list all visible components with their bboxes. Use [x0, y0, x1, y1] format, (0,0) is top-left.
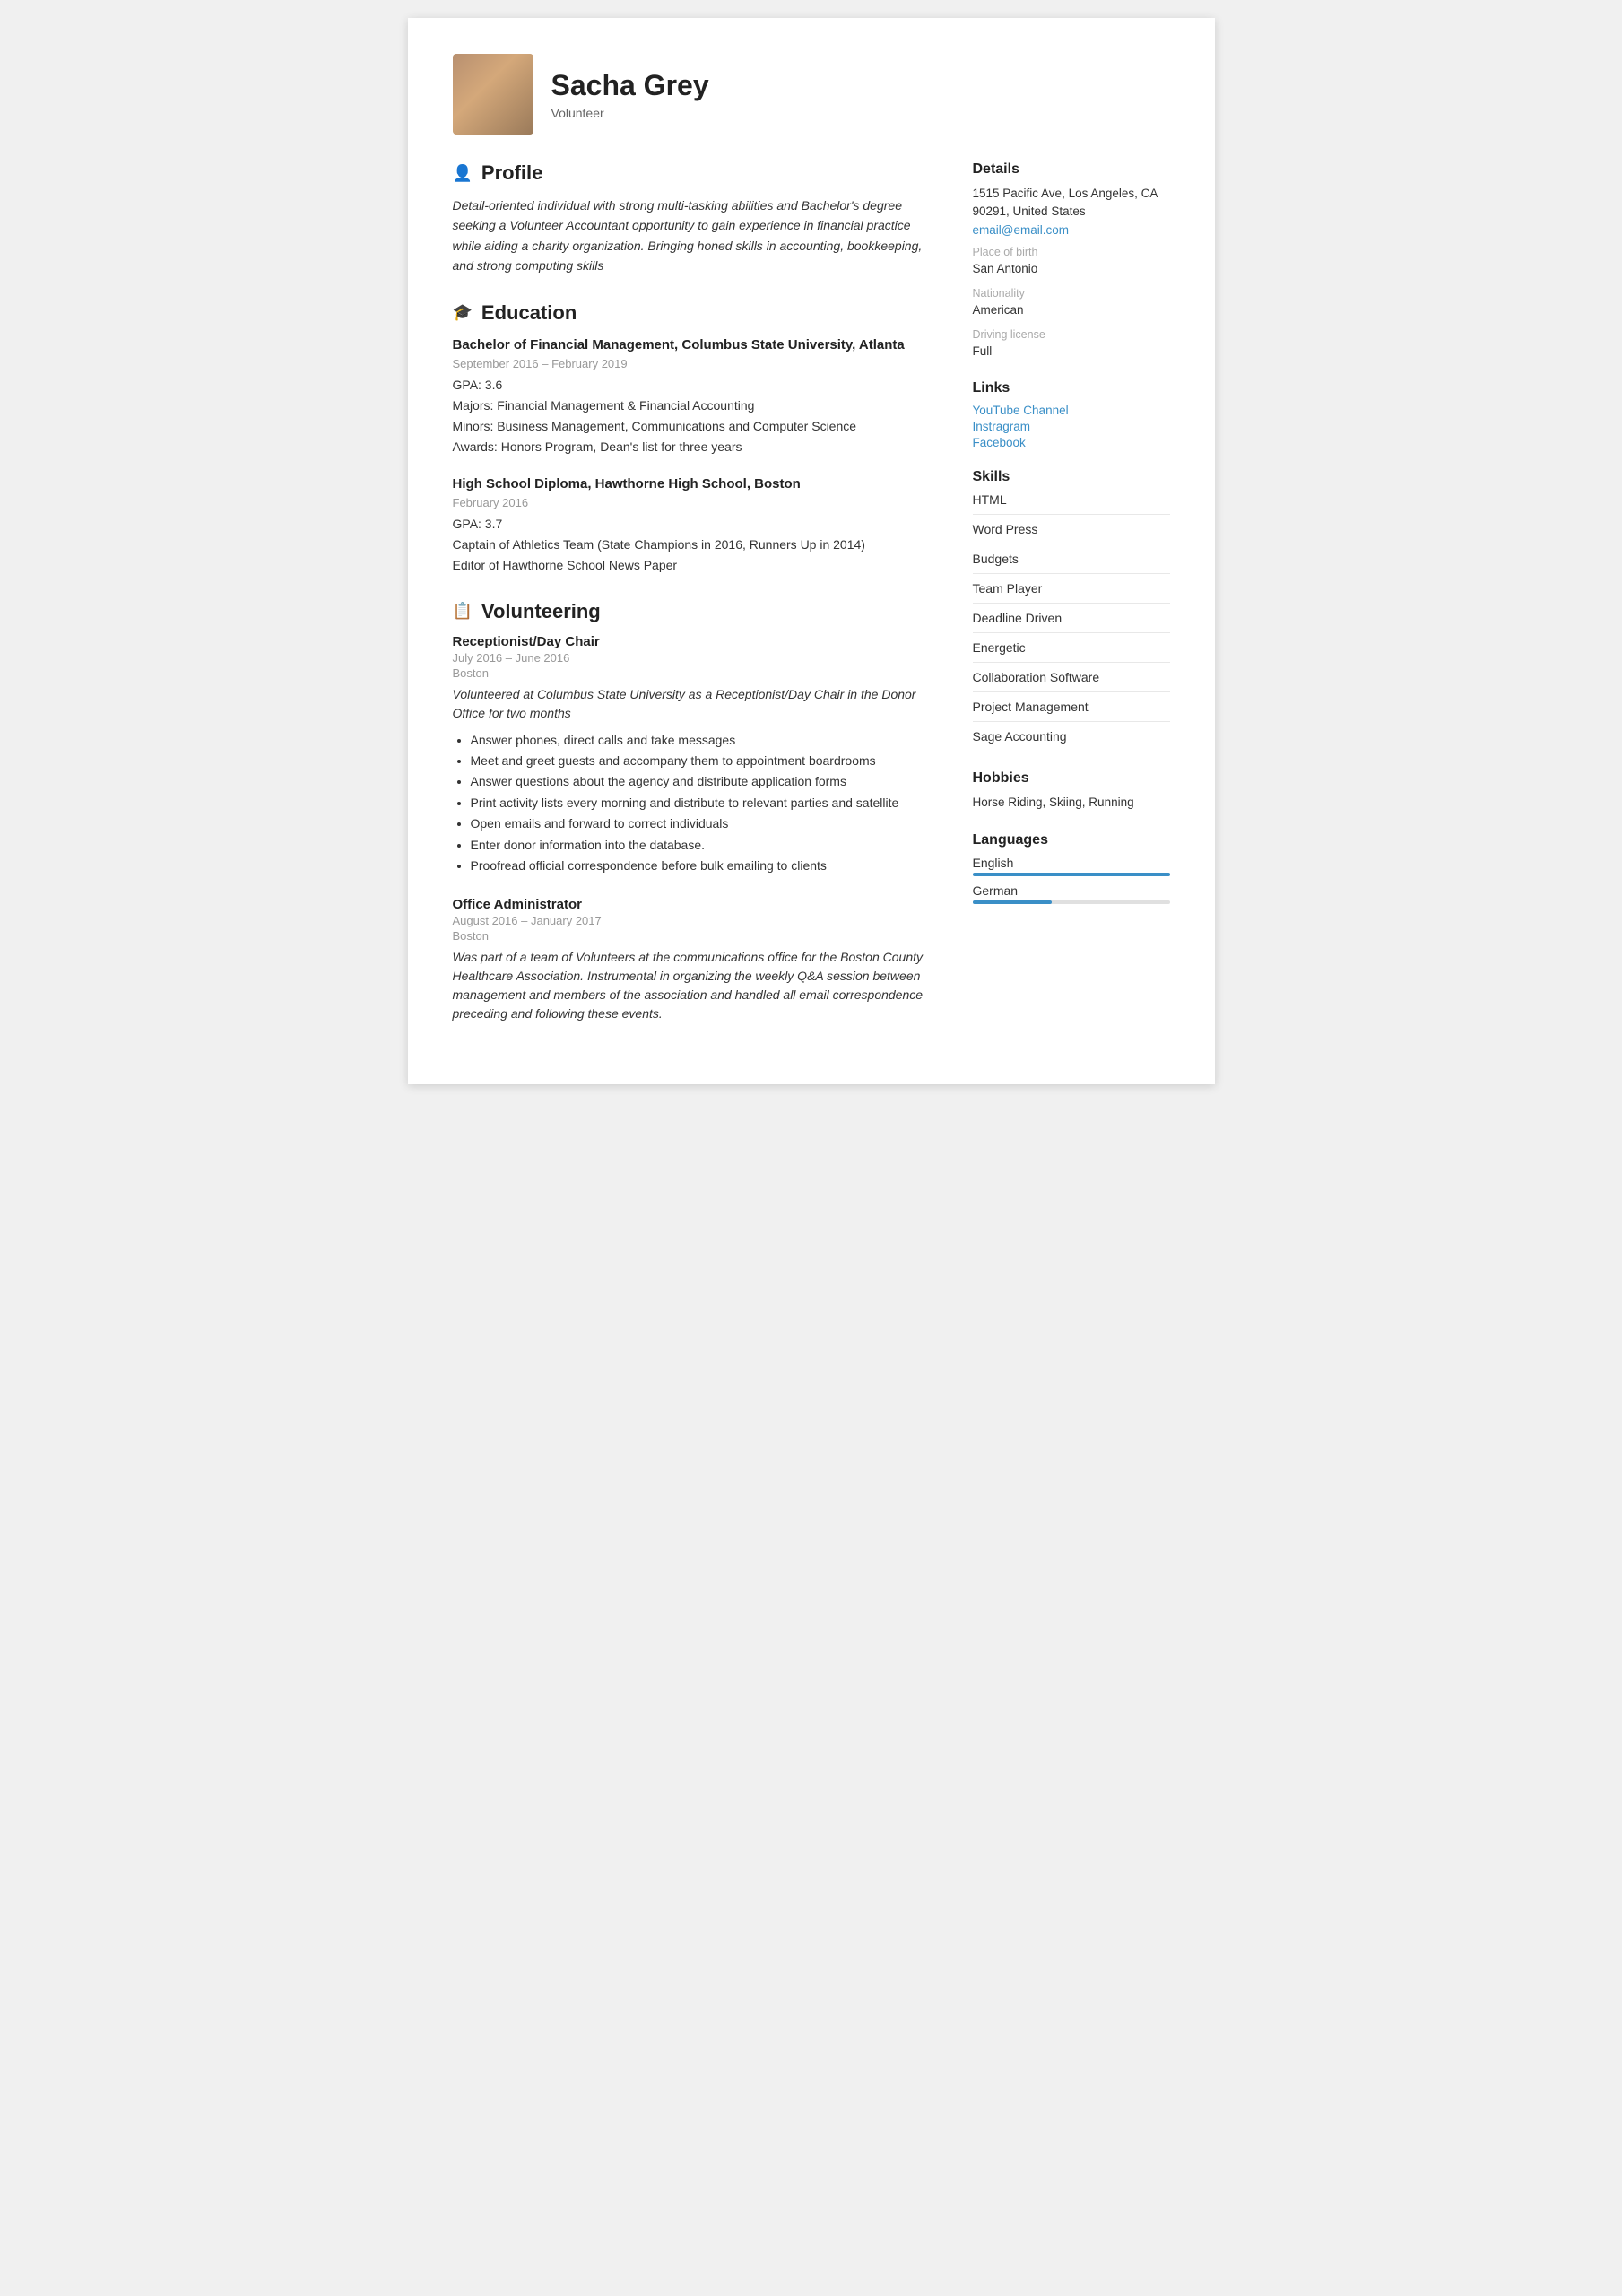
- right-column: Details 1515 Pacific Ave, Los Angeles, C…: [973, 161, 1170, 1048]
- vol-desc-1: Volunteered at Columbus State University…: [453, 685, 937, 723]
- skill-item: Budgets: [973, 552, 1170, 574]
- vol-date-1: July 2016 – June 2016: [453, 651, 937, 665]
- language-bar-fill-german: [973, 900, 1052, 904]
- skill-item: Team Player: [973, 581, 1170, 604]
- profile-text: Detail-oriented individual with strong m…: [453, 196, 937, 276]
- language-bar-fill-english: [973, 873, 1170, 876]
- profile-header: 👤 Profile: [453, 161, 937, 185]
- edu-detail-captain-2: Captain of Athletics Team (State Champio…: [453, 535, 937, 554]
- education-title: Education: [481, 301, 577, 325]
- language-bar-bg-german: [973, 900, 1170, 904]
- edu-date-2: February 2016: [453, 496, 937, 509]
- list-item: Meet and greet guests and accompany them…: [471, 751, 937, 770]
- details-pob: San Antonio: [973, 260, 1170, 278]
- languages-title: Languages: [973, 832, 1170, 848]
- link-instagram[interactable]: Instragram: [973, 420, 1170, 433]
- details-address: 1515 Pacific Ave, Los Angeles, CA 90291,…: [973, 185, 1170, 222]
- vol-location-2: Boston: [453, 929, 937, 943]
- vol-desc-2: Was part of a team of Volunteers at the …: [453, 948, 937, 1023]
- list-item: Proofread official correspondence before…: [471, 856, 937, 875]
- details-driving: Full: [973, 343, 1170, 361]
- volunteering-icon: 📋: [453, 602, 473, 621]
- vol-title-2: Office Administrator: [453, 897, 937, 912]
- candidate-name: Sacha Grey: [551, 69, 709, 102]
- skill-item: Energetic: [973, 640, 1170, 663]
- skills-title: Skills: [973, 469, 1170, 485]
- edu-date-1: September 2016 – February 2019: [453, 357, 937, 370]
- hobbies-section: Hobbies Horse Riding, Skiing, Running: [973, 770, 1170, 812]
- education-entry-2: High School Diploma, Hawthorne High Scho…: [453, 474, 937, 575]
- edu-detail-awards-1: Awards: Honors Program, Dean's list for …: [453, 438, 937, 457]
- list-item: Answer phones, direct calls and take mes…: [471, 730, 937, 750]
- list-item: Open emails and forward to correct indiv…: [471, 813, 937, 833]
- edu-detail-minor-1: Minors: Business Management, Communicati…: [453, 417, 937, 436]
- details-nationality: American: [973, 301, 1170, 319]
- language-name-german: German: [973, 883, 1170, 898]
- vol-location-1: Boston: [453, 666, 937, 680]
- profile-section: 👤 Profile Detail-oriented individual wit…: [453, 161, 937, 276]
- main-content: 👤 Profile Detail-oriented individual wit…: [453, 161, 1170, 1048]
- link-youtube[interactable]: YouTube Channel: [973, 404, 1170, 417]
- links-title: Links: [973, 380, 1170, 396]
- links-section: Links YouTube Channel Instragram Faceboo…: [973, 380, 1170, 449]
- edu-degree-2: High School Diploma, Hawthorne High Scho…: [453, 474, 937, 493]
- skill-item: HTML: [973, 492, 1170, 515]
- details-pob-label: Place of birth: [973, 246, 1170, 258]
- education-icon: 🎓: [453, 303, 473, 322]
- volunteering-title: Volunteering: [481, 600, 601, 623]
- resume-container: Sacha Grey Volunteer 👤 Profile Detail-or…: [408, 18, 1215, 1084]
- edu-detail-gpa-1: GPA: 3.6: [453, 376, 937, 395]
- education-section: 🎓 Education Bachelor of Financial Manage…: [453, 301, 937, 575]
- language-item-german: German: [973, 883, 1170, 904]
- skill-item: Word Press: [973, 522, 1170, 544]
- vol-entry-1: Receptionist/Day Chair July 2016 – June …: [453, 634, 937, 876]
- list-item: Answer questions about the agency and di…: [471, 771, 937, 791]
- vol-bullets-1: Answer phones, direct calls and take mes…: [471, 730, 937, 876]
- details-title: Details: [973, 161, 1170, 178]
- volunteering-header: 📋 Volunteering: [453, 600, 937, 623]
- edu-detail-major-1: Majors: Financial Management & Financial…: [453, 396, 937, 415]
- skill-item: Collaboration Software: [973, 670, 1170, 692]
- link-facebook[interactable]: Facebook: [973, 436, 1170, 449]
- edu-detail-gpa-2: GPA: 3.7: [453, 515, 937, 534]
- candidate-title: Volunteer: [551, 106, 709, 120]
- volunteering-section: 📋 Volunteering Receptionist/Day Chair Ju…: [453, 600, 937, 1024]
- education-entry-1: Bachelor of Financial Management, Columb…: [453, 335, 937, 457]
- details-driving-label: Driving license: [973, 328, 1170, 341]
- header-text: Sacha Grey Volunteer: [551, 69, 709, 120]
- skill-item: Project Management: [973, 700, 1170, 722]
- list-item: Print activity lists every morning and d…: [471, 793, 937, 813]
- list-item: Enter donor information into the databas…: [471, 835, 937, 855]
- edu-degree-1: Bachelor of Financial Management, Columb…: [453, 335, 937, 354]
- skill-item: Deadline Driven: [973, 611, 1170, 633]
- header: Sacha Grey Volunteer: [453, 54, 1170, 135]
- skill-item: Sage Accounting: [973, 729, 1170, 751]
- vol-date-2: August 2016 – January 2017: [453, 914, 937, 927]
- left-column: 👤 Profile Detail-oriented individual wit…: [453, 161, 937, 1048]
- languages-section: Languages English German: [973, 832, 1170, 904]
- details-email[interactable]: email@email.com: [973, 223, 1170, 237]
- profile-icon: 👤: [453, 164, 473, 183]
- hobbies-text: Horse Riding, Skiing, Running: [973, 794, 1170, 812]
- edu-detail-editor-2: Editor of Hawthorne School News Paper: [453, 556, 937, 575]
- hobbies-title: Hobbies: [973, 770, 1170, 787]
- profile-title: Profile: [481, 161, 542, 185]
- vol-entry-2: Office Administrator August 2016 – Janua…: [453, 897, 937, 1023]
- avatar: [453, 54, 533, 135]
- vol-title-1: Receptionist/Day Chair: [453, 634, 937, 649]
- language-bar-bg-english: [973, 873, 1170, 876]
- education-header: 🎓 Education: [453, 301, 937, 325]
- details-section: Details 1515 Pacific Ave, Los Angeles, C…: [973, 161, 1170, 361]
- language-item-english: English: [973, 856, 1170, 876]
- skills-section: Skills HTML Word Press Budgets Team Play…: [973, 469, 1170, 751]
- language-name-english: English: [973, 856, 1170, 870]
- details-nationality-label: Nationality: [973, 287, 1170, 300]
